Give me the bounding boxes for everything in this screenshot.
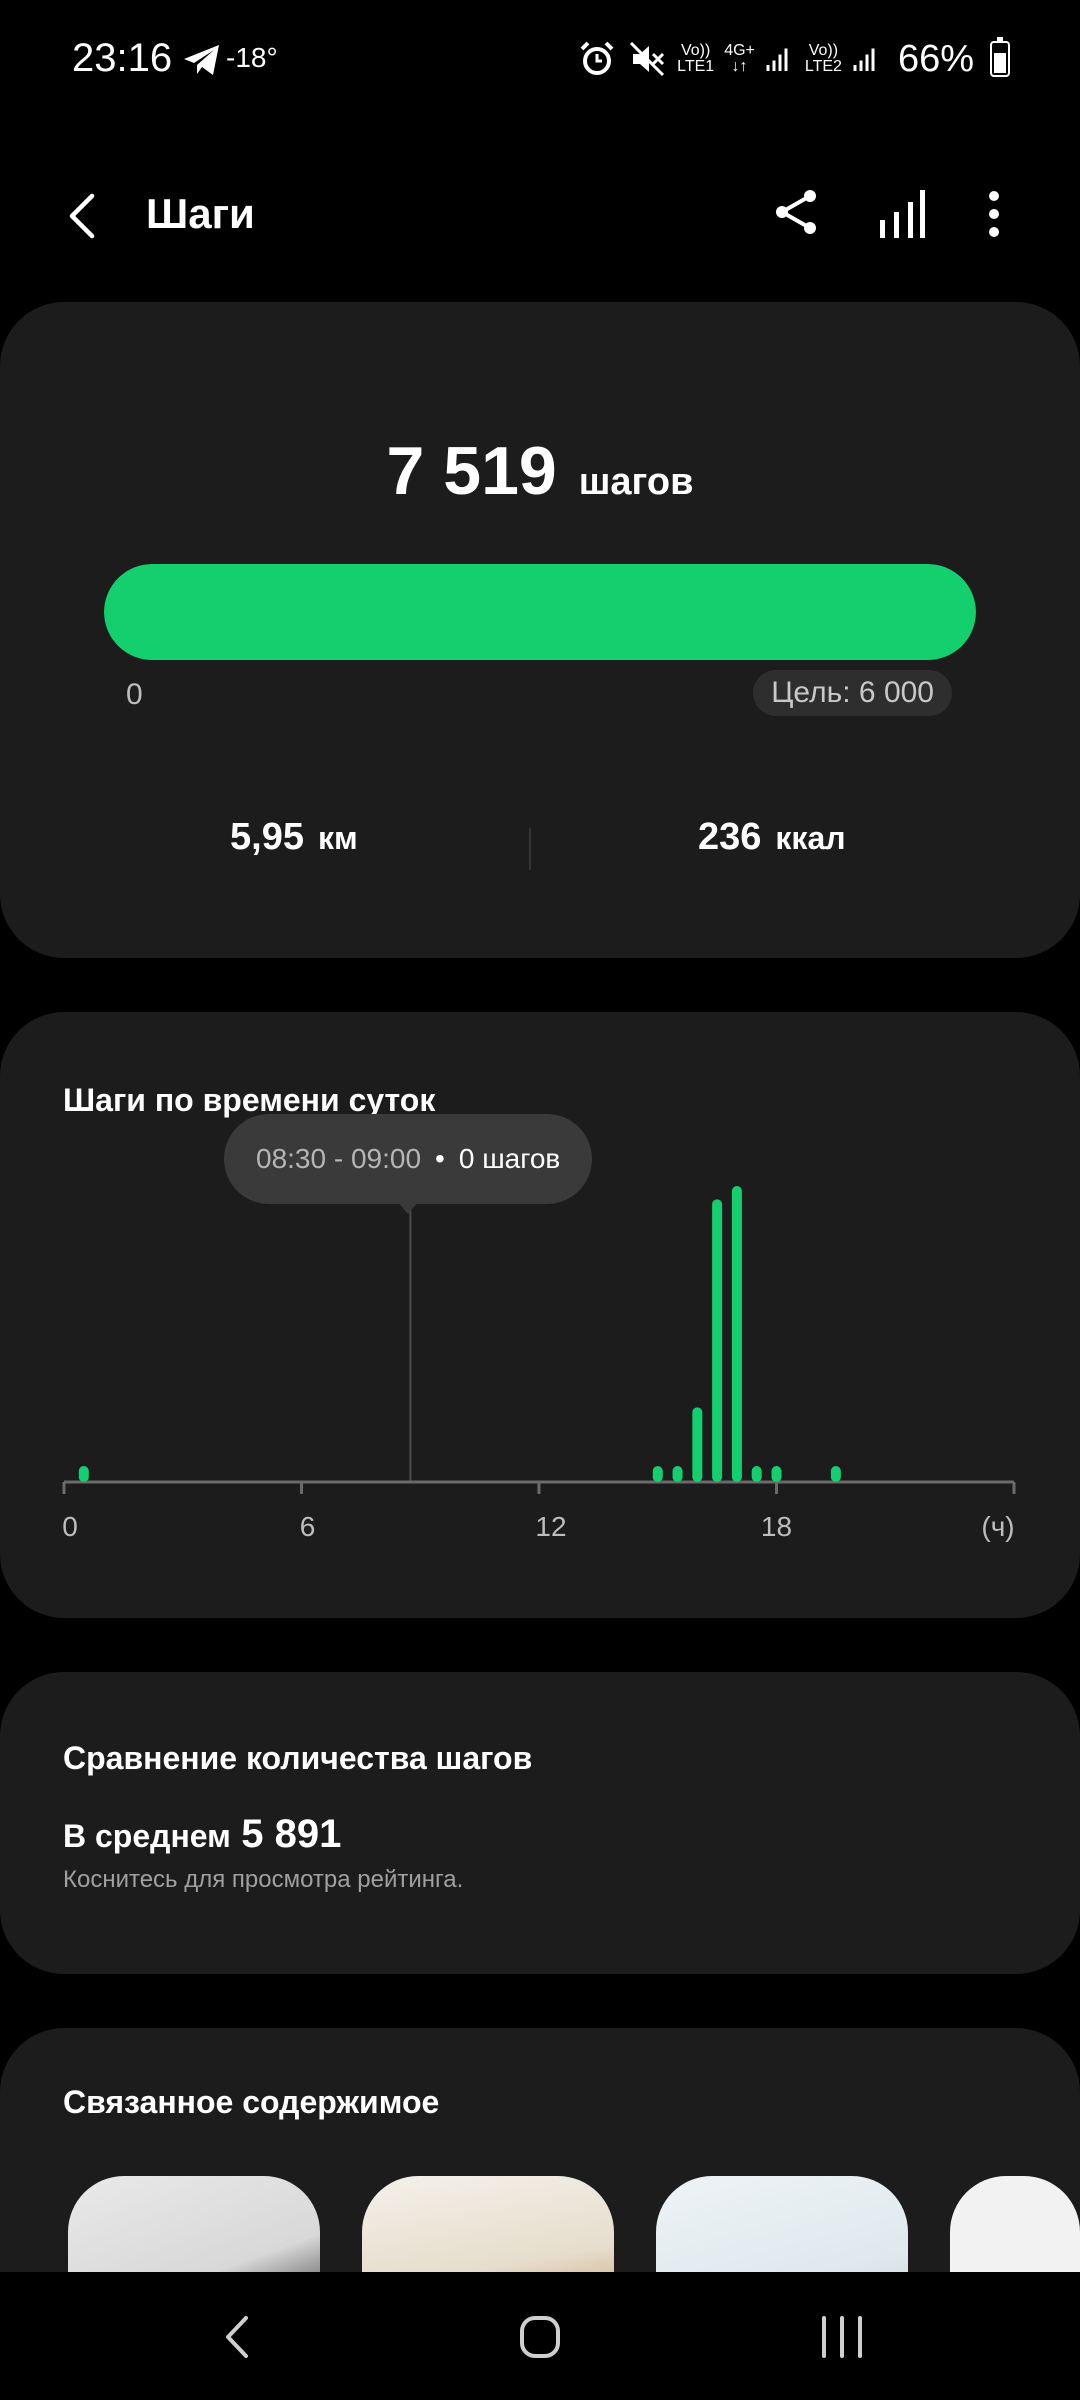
sim1-top-label: Vo)) <box>680 42 711 59</box>
sim2-indicator: Vo)) LTE2 <box>805 43 842 75</box>
stats-icon[interactable] <box>870 184 930 244</box>
sim1-bottom-label: LTE1 <box>677 58 715 75</box>
chart-bar <box>692 1407 703 1482</box>
navigation-bar <box>0 2272 1080 2400</box>
chart-bar <box>652 1466 663 1482</box>
sim1-indicator: Vo)) LTE1 <box>677 43 714 75</box>
chart-bar <box>830 1466 841 1482</box>
data-arrows-icon: ↓↑ <box>731 58 748 75</box>
steps-progress-bar <box>104 564 976 660</box>
signal-icon <box>853 48 875 71</box>
comparison-title: Сравнение количества шагов <box>63 1740 533 1776</box>
battery-percent: 66% <box>897 37 974 80</box>
alarm-icon <box>580 41 614 75</box>
chart-bar <box>672 1466 683 1482</box>
sim2-bottom-label: LTE2 <box>804 58 842 75</box>
status-temperature: -18° <box>226 42 278 73</box>
network-type-indicator: 4G+ ↓↑ <box>724 43 755 75</box>
steps-summary-card[interactable]: 7 519 шагов 0 Цель: 6 000 5,95 км 236 ккал <box>0 302 1080 958</box>
chart-tick-label: 0 <box>62 1511 78 1542</box>
back-arrow-icon[interactable] <box>56 186 116 246</box>
chart-tick-label: 18 <box>761 1511 792 1542</box>
related-title: Связанное содержимое <box>63 2084 440 2120</box>
chart-tick-label: (ч) <box>981 1511 1014 1542</box>
average-steps: В среднем 5 891 <box>63 1812 341 1857</box>
nav-home-icon[interactable] <box>500 2302 580 2372</box>
mute-icon <box>630 41 665 77</box>
ranking-hint: Коснитесь для просмотра рейтинга. <box>63 1866 464 1893</box>
more-options-icon[interactable] <box>968 184 1020 244</box>
tooltip-time: 08:30 - 09:00 <box>256 1143 422 1174</box>
tooltip-value: 0 шагов <box>458 1143 561 1174</box>
distance-value: 5,95 <box>230 816 304 858</box>
page-title: Шаги <box>146 190 255 237</box>
nav-back-icon[interactable] <box>200 2302 280 2372</box>
metric-divider <box>529 828 531 870</box>
sim2-top-label: Vo)) <box>808 42 839 59</box>
battery-icon <box>990 37 1010 77</box>
steps-progress-fill <box>104 564 976 660</box>
share-icon[interactable] <box>768 184 824 240</box>
status-icons: Vo)) LTE1 4G+ ↓↑ Vo)) LTE2 66% <box>577 34 1010 84</box>
steps-by-time-card: Шаги по времени суток 0 6 12 18 (ч) 08:30 - … <box>0 1012 1080 1618</box>
steps-unit: шагов <box>578 461 694 503</box>
steps-comparison-card[interactable]: Сравнение количества шагов В среднем 5 8… <box>0 1672 1080 1974</box>
chart-tooltip: 08:30 - 09:00 • 0 шагов <box>224 1114 593 1204</box>
chart-bar <box>751 1466 762 1482</box>
steps-hourly-chart[interactable]: 0 6 12 18 (ч) <box>0 1012 1080 1618</box>
tooltip-pointer <box>398 1202 418 1214</box>
tooltip-separator: • <box>435 1143 445 1174</box>
progress-start-label: 0 <box>126 678 143 711</box>
calories-unit: ккал <box>775 820 846 856</box>
status-bar: 23:16 -18° Vo)) LTE1 4G+ ↓↑ Vo)) LTE2 66… <box>0 0 1080 120</box>
average-label: В среднем <box>63 1818 231 1854</box>
chart-bar <box>731 1186 742 1482</box>
status-time: 23:16 <box>72 36 173 80</box>
average-value: 5 891 <box>241 1812 342 1856</box>
chart-bar <box>712 1199 723 1482</box>
chart-bar <box>771 1466 782 1482</box>
chart-bar <box>78 1466 89 1482</box>
distance-unit: км <box>317 820 358 856</box>
telegram-icon <box>184 45 219 75</box>
steps-total: 7 519 шагов <box>0 432 1080 510</box>
app-bar: Шаги <box>0 170 1080 260</box>
calories-metric: 236 ккал <box>698 816 846 859</box>
distance-metric: 5,95 км <box>230 816 358 859</box>
network-type-label: 4G+ <box>724 42 755 59</box>
goal-badge[interactable]: Цель: 6 000 <box>753 670 952 716</box>
chart-tick-label: 6 <box>300 1511 316 1542</box>
signal-icon <box>766 48 788 71</box>
calories-value: 236 <box>698 816 762 858</box>
nav-recents-icon[interactable] <box>802 2302 882 2372</box>
steps-value: 7 519 <box>386 433 557 509</box>
chart-tick-label: 12 <box>535 1511 566 1542</box>
